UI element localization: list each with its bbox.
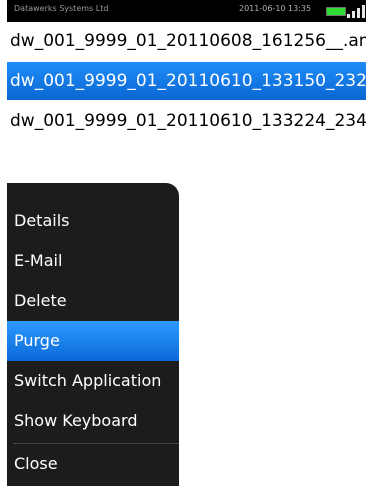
file-list: dw_001_9999_01_20110608_161256__.amr dw_…	[7, 22, 366, 182]
menu-item-label: Delete	[14, 291, 67, 310]
file-name: dw_001_9999_01_20110610_133224_234	[10, 111, 366, 131]
menu-item-label: Details	[14, 211, 70, 230]
menu-item-label: Show Keyboard	[14, 411, 138, 430]
carrier-name: Datawerks Systems Ltd	[14, 4, 109, 13]
menu-item-label: Switch Application	[14, 371, 162, 390]
battery-icon	[326, 7, 346, 16]
menu-item-email[interactable]: E-Mail	[7, 241, 179, 281]
status-datetime: 2011-06-10 13:35	[239, 4, 312, 13]
signal-bar	[347, 14, 350, 18]
menu-item-switch-application[interactable]: Switch Application	[7, 361, 179, 401]
file-name: dw_001_9999_01_20110608_161256__.amr	[10, 31, 366, 51]
file-list-item[interactable]: dw_001_9999_01_20110610_133224_234	[7, 102, 366, 140]
menu-item-label: Purge	[14, 331, 60, 350]
file-name: dw_001_9999_01_20110610_133150_232	[10, 71, 366, 91]
signal-bar	[352, 11, 355, 18]
context-menu: Details E-Mail Delete Purge Switch Appli…	[7, 183, 179, 486]
file-list-item[interactable]: dw_001_9999_01_20110608_161256__.amr	[7, 22, 366, 60]
menu-item-details[interactable]: Details	[7, 201, 179, 241]
status-bar: Datawerks Systems Ltd 2011-06-10 13:35	[7, 0, 366, 22]
menu-item-label: Close	[14, 454, 58, 473]
menu-item-show-keyboard[interactable]: Show Keyboard	[7, 401, 179, 441]
menu-item-purge[interactable]: Purge	[7, 321, 179, 361]
signal-bar	[357, 8, 360, 18]
signal-bar	[362, 5, 365, 18]
menu-item-close[interactable]: Close	[7, 444, 179, 484]
menu-item-delete[interactable]: Delete	[7, 281, 179, 321]
menu-item-label: E-Mail	[14, 251, 63, 270]
signal-strength-icon	[347, 5, 366, 18]
file-list-item-selected[interactable]: dw_001_9999_01_20110610_133150_232	[7, 62, 366, 100]
